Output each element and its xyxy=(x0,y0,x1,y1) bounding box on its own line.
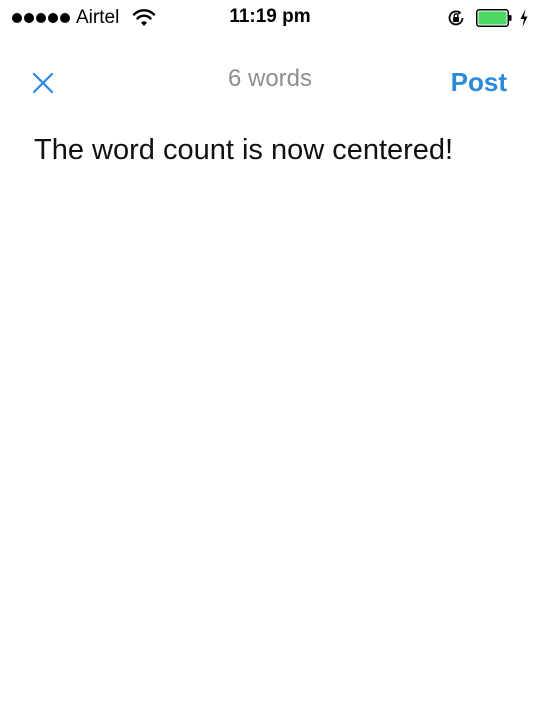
nav-bar: 6 words Post xyxy=(0,52,540,112)
status-bar: Airtel 11:19 pm xyxy=(0,0,540,36)
charging-icon xyxy=(520,9,528,27)
compose-text: The word count is now centered! xyxy=(34,134,454,166)
battery-icon xyxy=(476,9,512,27)
close-button[interactable] xyxy=(26,66,60,100)
compose-text-area[interactable]: The word count is now centered! xyxy=(34,130,514,170)
close-icon xyxy=(32,72,54,94)
rotation-lock-icon xyxy=(448,10,464,26)
post-button[interactable]: Post xyxy=(451,66,507,98)
